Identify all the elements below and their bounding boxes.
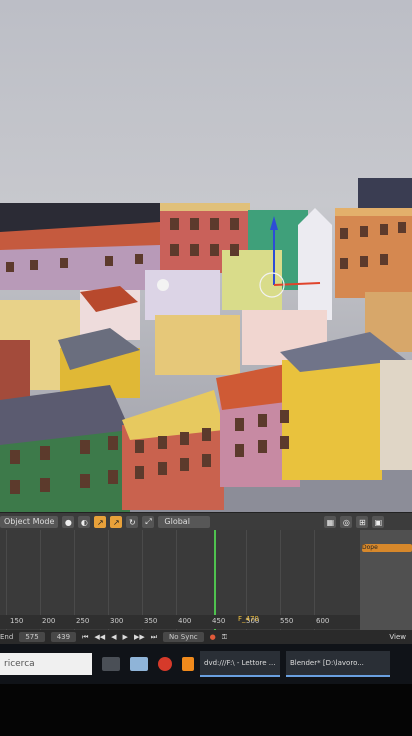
playback-controls: End 575 439 ⏮ ◀◀ ◀ ▶ ▶▶ ⏭ No Sync ● ⚿ Vi… [0,630,412,644]
taskbar: ricerca dvd:///F:\ - Lettore ... Blender… [0,644,412,684]
jump-end-icon[interactable]: ⏭ [151,633,157,642]
3d-viewport[interactable] [0,0,412,512]
proportional-edit-icon[interactable]: ◎ [340,516,353,528]
viewport-header: Object Mode ● ◐ ↗ ↗ ↻ ⤢ Global ▦ ◎ ⊞ ▣ [0,512,412,531]
shading-solid-icon[interactable]: ● [62,516,75,528]
ruler-tick: 300 [110,617,124,625]
end-frame-field[interactable]: 575 [19,632,45,642]
manipulator-icon[interactable]: ↗ [94,516,107,528]
dope-sheet-header[interactable]: Dope [362,544,412,552]
next-keyframe-icon[interactable]: ▶▶ [134,633,145,641]
shading-options-icon[interactable]: ◐ [78,516,91,528]
translate-icon[interactable]: ↗ [110,516,123,528]
scale-icon[interactable]: ⤢ [142,516,155,528]
vlc-icon[interactable] [182,657,194,671]
play-icon[interactable]: ▶ [123,633,128,641]
record-icon[interactable]: ● [210,633,216,641]
sync-dropdown[interactable]: No Sync [163,632,204,642]
ruler-tick: 400 [178,617,192,625]
ruler-tick: 350 [144,617,158,625]
view-menu[interactable]: View [389,633,406,641]
taskbar-task-vlc[interactable]: dvd:///F:\ - Lettore ... [200,651,280,677]
ruler-tick: 450 [212,617,226,625]
ruler-tick: 150 [10,617,24,625]
mode-dropdown[interactable]: Object Mode [0,516,59,528]
explorer-icon[interactable] [130,657,148,671]
end-label: End [0,633,14,641]
play-reverse-icon[interactable]: ◀ [111,633,116,641]
current-frame-marker-label: F_470 [238,615,259,623]
keying-set-icon[interactable]: ⚿ [222,633,227,642]
taskbar-search-input[interactable]: ricerca [0,653,92,675]
taskbar-task-blender[interactable]: Blender* [D:\lavoro... [286,651,390,677]
chrome-icon[interactable] [158,657,172,671]
ruler-tick: 200 [42,617,56,625]
ruler-tick: 600 [316,617,330,625]
monitor-bezel [0,684,412,736]
task-view-icon[interactable] [102,657,120,671]
frame-ruler[interactable]: 150 200 250 300 350 400 450 500 550 600 [0,615,360,629]
jump-start-icon[interactable]: ⏮ [82,633,88,642]
ruler-tick: 250 [76,617,90,625]
snap-icon[interactable]: ⊞ [356,516,369,528]
layer-icon[interactable]: ▦ [324,516,337,528]
current-frame-field[interactable]: 439 [50,632,77,642]
transform-orientation-dropdown[interactable]: Global [158,516,211,528]
rotate-icon[interactable]: ↻ [126,516,139,528]
prev-keyframe-icon[interactable]: ◀◀ [94,633,105,641]
render-icon[interactable]: ▣ [372,516,385,528]
ruler-tick: 550 [280,617,294,625]
city-scene [0,178,412,512]
